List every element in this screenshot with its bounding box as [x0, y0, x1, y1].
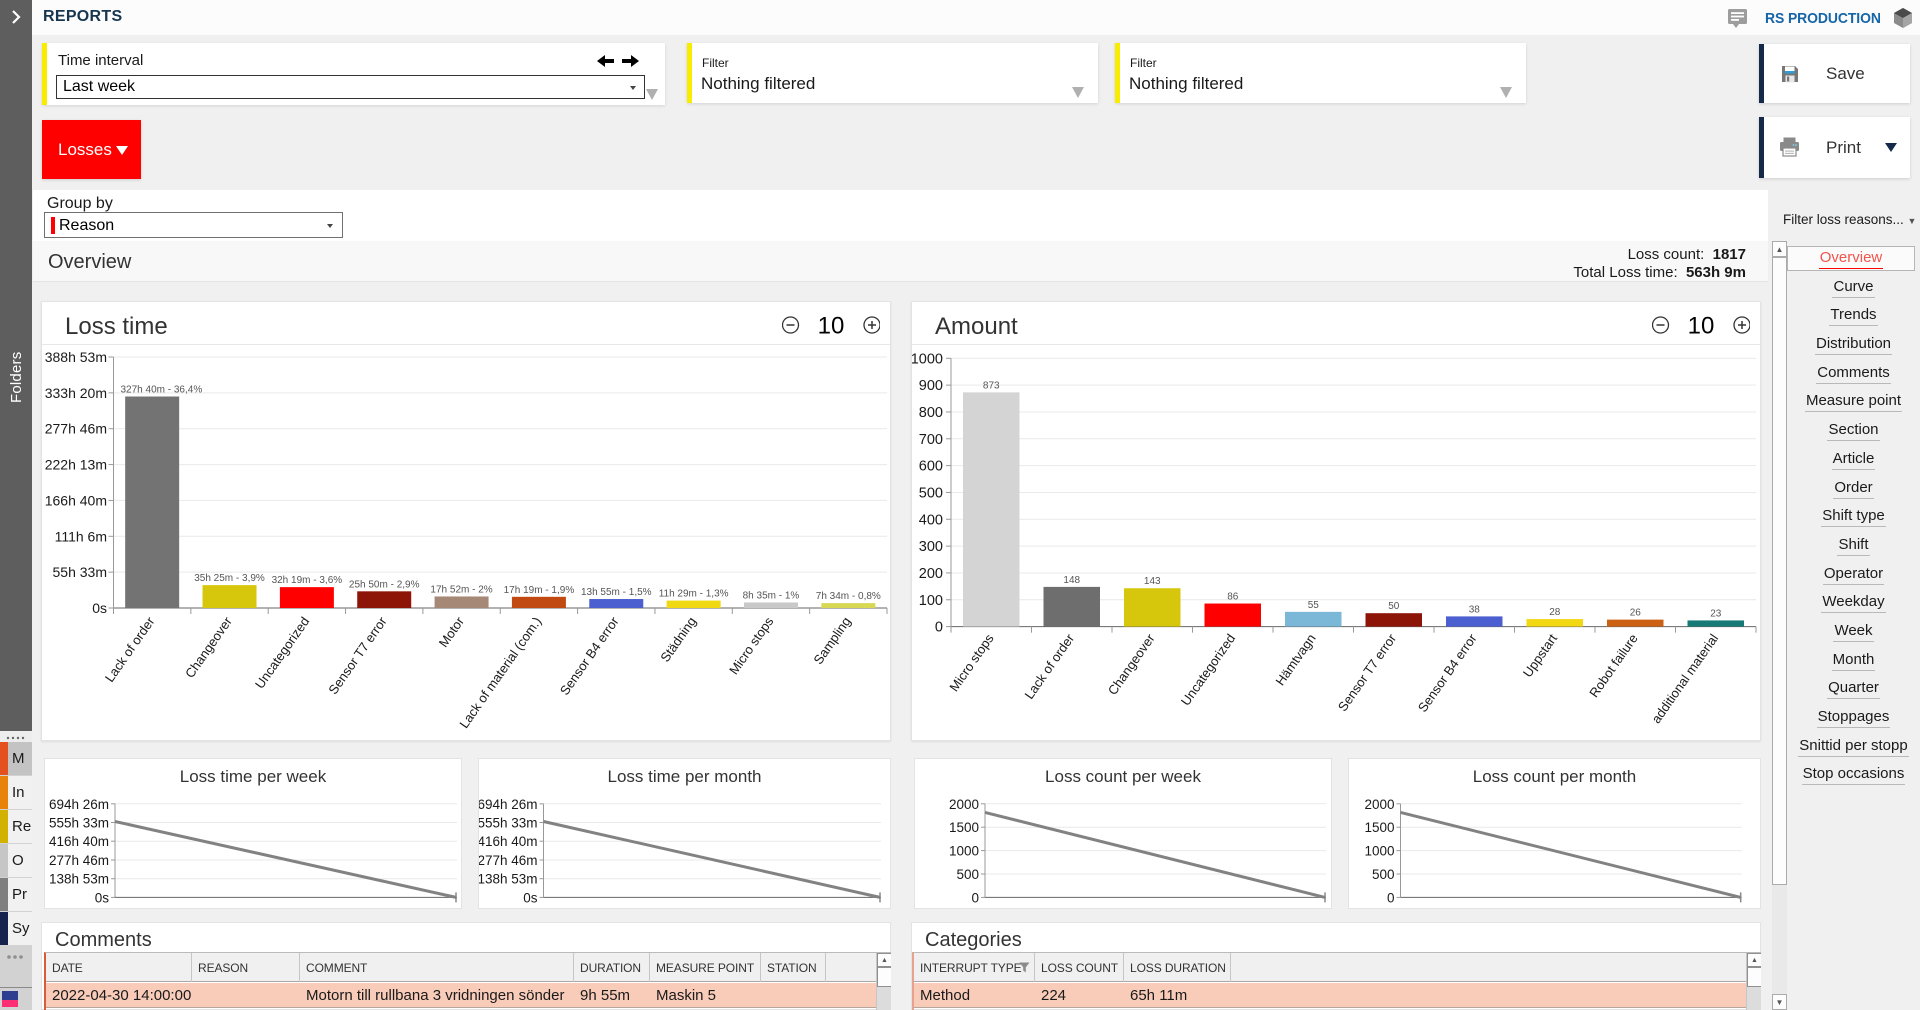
svg-text:2000: 2000: [949, 797, 979, 812]
svg-text:0: 0: [935, 620, 943, 636]
svg-text:694h 26m: 694h 26m: [49, 797, 109, 812]
svg-text:300: 300: [919, 539, 943, 555]
svg-text:333h 20m: 333h 20m: [45, 385, 107, 401]
svg-text:555h 33m: 555h 33m: [49, 816, 109, 831]
svg-text:Micro stops: Micro stops: [726, 614, 777, 677]
svg-text:35h 25m - 3,9%: 35h 25m - 3,9%: [194, 573, 265, 584]
svg-text:additional material: additional material: [1648, 631, 1721, 726]
svg-text:Sensor T7 error: Sensor T7 error: [1335, 631, 1400, 715]
svg-text:1500: 1500: [949, 820, 979, 835]
svg-text:111h 6m: 111h 6m: [55, 528, 107, 544]
svg-text:200: 200: [919, 566, 943, 582]
svg-text:Sensor B4 error: Sensor B4 error: [557, 614, 622, 698]
svg-text:500: 500: [1372, 867, 1395, 882]
svg-text:Lack of order: Lack of order: [1021, 631, 1077, 702]
svg-text:86: 86: [1227, 592, 1239, 603]
svg-text:0s: 0s: [95, 890, 110, 905]
svg-text:0: 0: [971, 890, 979, 905]
svg-text:1000: 1000: [1364, 844, 1394, 859]
svg-text:277h 46m: 277h 46m: [479, 853, 538, 868]
svg-text:Changeover: Changeover: [1105, 631, 1158, 698]
svg-text:32h 19m - 3,6%: 32h 19m - 3,6%: [272, 575, 343, 586]
svg-text:Changeover: Changeover: [182, 614, 235, 681]
svg-text:700: 700: [919, 432, 943, 448]
svg-text:400: 400: [919, 512, 943, 528]
svg-text:143: 143: [1144, 576, 1161, 587]
svg-text:Robot failure: Robot failure: [1586, 631, 1641, 700]
svg-text:500: 500: [919, 485, 943, 501]
svg-text:873: 873: [983, 380, 1000, 391]
svg-text:1000: 1000: [912, 351, 943, 367]
svg-text:Sensor T7 error: Sensor T7 error: [325, 614, 390, 698]
svg-text:11h 29m - 1,3%: 11h 29m - 1,3%: [659, 589, 729, 600]
svg-text:8h 35m - 1%: 8h 35m - 1%: [743, 590, 800, 601]
svg-text:1000: 1000: [949, 844, 979, 859]
svg-text:222h 13m: 222h 13m: [45, 457, 107, 473]
svg-text:0s: 0s: [523, 890, 538, 905]
svg-text:Lack of material (com.): Lack of material (com.): [456, 614, 544, 731]
svg-text:0: 0: [1387, 890, 1395, 905]
svg-text:17h 52m - 2%: 17h 52m - 2%: [430, 584, 492, 595]
svg-text:277h 46m: 277h 46m: [45, 421, 107, 437]
svg-text:Städning: Städning: [657, 614, 699, 665]
svg-text:600: 600: [919, 459, 943, 475]
svg-text:55: 55: [1308, 600, 1320, 611]
svg-text:25h 50m - 2,9%: 25h 50m - 2,9%: [349, 579, 420, 590]
svg-text:500: 500: [956, 867, 979, 882]
svg-text:900: 900: [919, 378, 943, 394]
svg-text:148: 148: [1063, 575, 1080, 586]
svg-text:166h 40m: 166h 40m: [45, 492, 107, 508]
svg-text:138h 53m: 138h 53m: [49, 872, 109, 887]
svg-text:50: 50: [1388, 601, 1400, 612]
svg-text:Uppstart: Uppstart: [1520, 631, 1561, 680]
svg-text:Sensor B4 error: Sensor B4 error: [1415, 631, 1480, 715]
svg-text:28: 28: [1549, 607, 1561, 618]
svg-text:Motor: Motor: [436, 614, 468, 650]
svg-text:0s: 0s: [92, 600, 107, 616]
svg-text:55h 33m: 55h 33m: [53, 564, 107, 580]
svg-text:138h 53m: 138h 53m: [479, 872, 538, 887]
svg-text:Uncategorized: Uncategorized: [252, 614, 312, 691]
svg-text:Lack of order: Lack of order: [102, 614, 158, 685]
svg-text:Sampling: Sampling: [810, 614, 853, 667]
svg-text:26: 26: [1630, 608, 1642, 619]
svg-text:1500: 1500: [1364, 820, 1394, 835]
svg-text:416h 40m: 416h 40m: [479, 834, 538, 849]
svg-text:555h 33m: 555h 33m: [479, 816, 538, 831]
svg-text:694h 26m: 694h 26m: [479, 797, 538, 812]
svg-text:800: 800: [919, 405, 943, 421]
svg-text:17h 19m - 1,9%: 17h 19m - 1,9%: [504, 585, 575, 596]
svg-text:416h 40m: 416h 40m: [49, 834, 109, 849]
svg-text:327h 40m - 36,4%: 327h 40m - 36,4%: [121, 385, 203, 396]
svg-text:Uncategorized: Uncategorized: [1178, 631, 1238, 708]
svg-text:2000: 2000: [1364, 797, 1394, 812]
svg-text:7h 34m - 0,8%: 7h 34m - 0,8%: [816, 591, 881, 602]
svg-text:100: 100: [919, 593, 943, 609]
svg-text:23: 23: [1710, 608, 1722, 619]
svg-text:Hämtvagn: Hämtvagn: [1272, 631, 1318, 688]
svg-text:13h 55m - 1,5%: 13h 55m - 1,5%: [581, 587, 652, 598]
svg-text:38: 38: [1469, 604, 1481, 615]
svg-text:277h 46m: 277h 46m: [49, 853, 109, 868]
svg-text:Micro stops: Micro stops: [946, 631, 997, 694]
svg-text:388h 53m: 388h 53m: [45, 349, 107, 365]
